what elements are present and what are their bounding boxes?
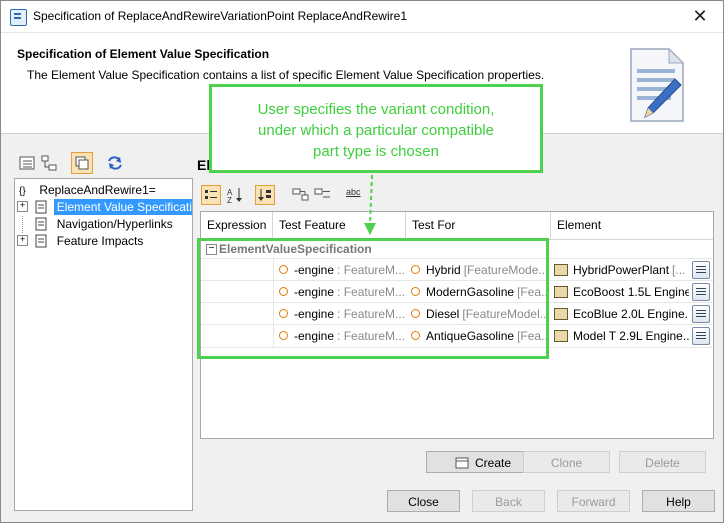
refresh-icon[interactable]: [105, 153, 125, 173]
element-cell[interactable]: HybridPowerPlant [...: [554, 259, 689, 281]
tree-root[interactable]: {} ReplaceAndRewire1=: [19, 182, 156, 199]
categorized-view-icon[interactable]: [201, 185, 221, 205]
block-icon: [554, 307, 568, 320]
column-header-element[interactable]: Element: [551, 212, 713, 239]
expand-icon[interactable]: +: [17, 235, 28, 247]
close-button[interactable]: Close: [387, 490, 460, 512]
block-icon: [554, 263, 568, 276]
clone-label: Clone: [550, 456, 583, 470]
forward-label: Forward: [571, 495, 616, 509]
help-label: Help: [666, 495, 691, 509]
highlight-box: [197, 238, 549, 359]
header-description: The Element Value Specification contains…: [27, 68, 545, 82]
page-icon: [35, 217, 47, 231]
table-header: Expression Test Feature Test For Element: [201, 212, 713, 240]
window-title: Specification of ReplaceAndRewireVariati…: [33, 9, 407, 23]
element-name: HybridPowerPlant: [573, 263, 670, 277]
tree-item-feature-impacts[interactable]: + Feature Impacts: [17, 233, 143, 250]
specification-icon[interactable]: [692, 327, 710, 345]
annotation-callout: User specifies the variant condition, un…: [209, 84, 543, 173]
app-icon: [10, 9, 27, 26]
document-edit-icon: [630, 47, 685, 122]
page-icon: [35, 234, 47, 248]
expand-icon[interactable]: +: [17, 201, 28, 213]
clone-button[interactable]: Clone: [523, 451, 610, 473]
close-label: Close: [408, 495, 439, 509]
back-button[interactable]: Back: [472, 490, 545, 512]
expand-all-icon[interactable]: [291, 185, 311, 205]
block-icon: [554, 285, 568, 298]
show-inherited-icon[interactable]: [71, 152, 93, 174]
callout-arrow: [364, 174, 376, 235]
collapse-all-icon[interactable]: [313, 185, 333, 205]
column-header-test-for[interactable]: Test For: [406, 212, 551, 239]
tree-connector: [22, 216, 32, 233]
header-title: Specification of Element Value Specifica…: [17, 47, 270, 61]
list-view-icon[interactable]: [17, 153, 37, 173]
element-name: Model T 2.9L Engine...: [573, 329, 689, 343]
new-icon: [455, 457, 469, 469]
column-header-expression[interactable]: Expression: [201, 212, 273, 239]
callout-text: User specifies the variant condition, un…: [257, 101, 495, 160]
element-cell[interactable]: Model T 2.9L Engine...: [554, 325, 689, 347]
element-name: EcoBlue 2.0L Engine...: [573, 307, 689, 321]
element-type: [...: [672, 263, 686, 277]
curly-braces-icon: {}: [19, 186, 26, 197]
specification-icon[interactable]: [692, 305, 710, 323]
element-cell[interactable]: EcoBlue 2.0L Engine...: [554, 303, 689, 325]
delete-button[interactable]: Delete: [619, 451, 706, 473]
create-label: Create: [474, 456, 512, 470]
specification-icon[interactable]: [692, 261, 710, 279]
help-button[interactable]: Help: [642, 490, 715, 512]
block-icon: [554, 329, 568, 342]
column-header-test-feature[interactable]: Test Feature: [273, 212, 406, 239]
close-window-button[interactable]: ✕: [677, 1, 723, 32]
tree-item-label: Feature Impacts: [56, 234, 144, 248]
tree-item-element-value-specification[interactable]: + Element Value Specification: [17, 199, 192, 216]
specification-dialog: Specification of ReplaceAndRewireVariati…: [0, 0, 724, 523]
tree-item-navigation-hyperlinks[interactable]: Navigation/Hyperlinks: [17, 216, 173, 233]
sort-descending-icon[interactable]: [255, 185, 275, 205]
navigation-tree: {} ReplaceAndRewire1= + Element Value Sp…: [14, 178, 193, 511]
tree-item-label: Element Value Specification: [53, 199, 192, 215]
svg-text:Z: Z: [227, 196, 232, 205]
tree-item-label: Navigation/Hyperlinks: [56, 217, 173, 231]
sort-alphabetical-icon[interactable]: A Z: [225, 185, 245, 205]
tree-root-label: ReplaceAndRewire1=: [39, 183, 156, 197]
tree-view-icon[interactable]: [39, 153, 59, 173]
page-icon: [35, 200, 47, 214]
specification-icon[interactable]: [692, 283, 710, 301]
delete-label: Delete: [645, 456, 680, 470]
forward-button[interactable]: Forward: [557, 490, 630, 512]
element-name: EcoBoost 1.5L Engine...: [573, 285, 689, 299]
element-cell[interactable]: EcoBoost 1.5L Engine...: [554, 281, 689, 303]
back-label: Back: [495, 495, 522, 509]
title-bar: Specification of ReplaceAndRewireVariati…: [1, 1, 723, 33]
